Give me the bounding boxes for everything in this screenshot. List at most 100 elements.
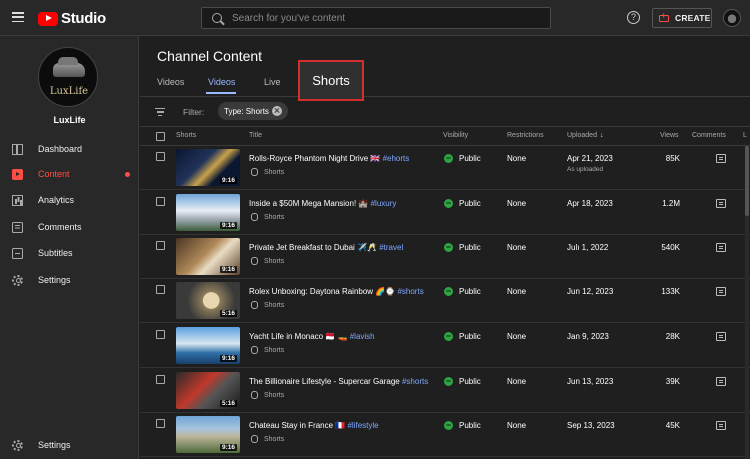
- studio-logo[interactable]: Studio: [38, 10, 106, 27]
- comment-icon[interactable]: [716, 377, 726, 386]
- main-content: Channel Content Videos Videos Live Short…: [140, 36, 750, 459]
- row-checkbox[interactable]: [156, 241, 165, 250]
- video-thumbnail[interactable]: 5:16: [176, 372, 240, 409]
- row-checkbox[interactable]: [156, 419, 165, 428]
- comment-icon[interactable]: [716, 421, 726, 430]
- header-uploaded[interactable]: Uploaded ↓: [567, 132, 603, 139]
- video-thumbnail[interactable]: 9:16: [176, 238, 240, 275]
- tab-shorts[interactable]: Shorts: [298, 60, 364, 101]
- row-checkbox[interactable]: [156, 375, 165, 384]
- sidebar-item-analytics[interactable]: Analytics: [0, 187, 139, 213]
- video-thumbnail[interactable]: 9:16: [176, 194, 240, 231]
- close-icon[interactable]: [272, 106, 282, 116]
- sidebar-item-dashboard[interactable]: Dashboard: [0, 136, 139, 162]
- views-count: 45K: [665, 421, 680, 430]
- hashtag-link[interactable]: #shorts: [402, 377, 428, 386]
- sort-arrow-icon: ↓: [599, 132, 604, 139]
- video-title[interactable]: Private Jet Breakfast to Dubai ✈️🥂 #trav…: [249, 243, 403, 252]
- channel-avatar[interactable]: LuxLife: [38, 47, 98, 107]
- visibility-cell[interactable]: Public: [444, 154, 481, 163]
- scrollbar[interactable]: [745, 146, 749, 459]
- table-row[interactable]: 9:16 Yacht Life in Monaco 🇲🇨 🚤 #lavish S…: [140, 324, 750, 368]
- hashtag-link[interactable]: #luxury: [371, 199, 397, 208]
- row-checkbox[interactable]: [156, 197, 165, 206]
- hashtag-link[interactable]: #ehorts: [383, 154, 410, 163]
- account-avatar[interactable]: [723, 9, 741, 27]
- row-checkbox[interactable]: [156, 152, 165, 161]
- visibility-cell[interactable]: Public: [444, 332, 481, 341]
- hashtag-link[interactable]: #travel: [379, 243, 403, 252]
- sidebar-item-comments[interactable]: Comments: [0, 214, 139, 240]
- sidebar-item-settings-bottom[interactable]: Settings: [0, 432, 139, 458]
- table-row[interactable]: 9:16 Rolls-Royce Phantom Night Drive 🇬🇧 …: [140, 146, 750, 190]
- menu-icon[interactable]: [12, 12, 24, 23]
- select-all-checkbox[interactable]: [156, 132, 165, 141]
- visibility-cell[interactable]: Public: [444, 243, 481, 252]
- sidebar-item-settings[interactable]: Settings: [0, 267, 139, 293]
- filter-icon[interactable]: [155, 108, 165, 116]
- duration-badge: 5:16: [219, 310, 237, 317]
- duration-badge: 9:16: [219, 266, 237, 273]
- visibility-cell[interactable]: Public: [444, 377, 481, 386]
- video-thumbnail[interactable]: 9:16: [176, 327, 240, 364]
- visibility-cell[interactable]: Public: [444, 199, 481, 208]
- restrictions-cell: None: [507, 287, 527, 296]
- header-restrictions: Restrictions: [507, 132, 544, 139]
- video-title[interactable]: Inside a $50M Mega Mansion! 🏰 #luxury: [249, 199, 396, 208]
- video-type: Shorts: [251, 391, 284, 399]
- search-input[interactable]: [232, 8, 542, 28]
- table-row[interactable]: 9:16 Chateau Stay in France 🇫🇷 #lifestyl…: [140, 413, 750, 457]
- sidebar-item-content[interactable]: Content: [0, 161, 139, 187]
- create-button[interactable]: CREATE: [652, 8, 712, 28]
- views-count: 39K: [665, 377, 680, 386]
- visibility-cell[interactable]: Public: [444, 287, 481, 296]
- uploaded-date: Jan 9, 2023: [567, 332, 609, 341]
- video-thumbnail[interactable]: 5:16: [176, 282, 240, 319]
- video-thumbnail[interactable]: 9:16: [176, 149, 240, 186]
- help-icon[interactable]: ?: [627, 11, 640, 24]
- sidebar-item-label: Analytics: [38, 195, 75, 205]
- filter-chip[interactable]: Type: Shorts: [218, 102, 288, 120]
- table-row[interactable]: 5:16 The Billionaire Lifestyle - Superca…: [140, 369, 750, 413]
- views-count: 540K: [661, 243, 680, 252]
- gear-icon: [12, 274, 23, 286]
- comment-icon[interactable]: [716, 243, 726, 252]
- video-type: Shorts: [251, 301, 284, 309]
- globe-icon: [444, 377, 453, 386]
- video-title-text: Chateau Stay in France 🇫🇷: [249, 421, 346, 430]
- hashtag-link[interactable]: #shorts: [397, 287, 423, 296]
- tab-live[interactable]: Live: [264, 77, 281, 87]
- search-bar[interactable]: [201, 7, 551, 29]
- row-checkbox[interactable]: [156, 330, 165, 339]
- shorts-icon: [251, 346, 258, 354]
- table-row[interactable]: 9:16 Private Jet Breakfast to Dubai ✈️🥂 …: [140, 235, 750, 279]
- comment-icon[interactable]: [716, 287, 726, 296]
- scrollbar-thumb[interactable]: [745, 146, 749, 216]
- video-title[interactable]: Chateau Stay in France 🇫🇷 #lifestyle: [249, 421, 379, 430]
- tab-videos[interactable]: Videos: [157, 77, 184, 87]
- visibility-cell[interactable]: Public: [444, 421, 481, 430]
- restrictions-cell: None: [507, 199, 527, 208]
- video-thumbnail[interactable]: 9:16: [176, 416, 240, 453]
- content-icon: [12, 168, 23, 180]
- comment-icon[interactable]: [716, 332, 726, 341]
- hashtag-link[interactable]: #lavish: [350, 332, 375, 341]
- comment-icon[interactable]: [716, 199, 726, 208]
- views-count: 1.2M: [662, 199, 680, 208]
- video-title[interactable]: The Billionaire Lifestyle - Supercar Gar…: [249, 377, 428, 386]
- table-row[interactable]: 9:16 Inside a $50M Mega Mansion! 🏰 #luxu…: [140, 191, 750, 235]
- video-type: Shorts: [251, 168, 284, 176]
- hashtag-link[interactable]: #lifestyle: [347, 421, 378, 430]
- comment-icon[interactable]: [716, 154, 726, 163]
- row-checkbox[interactable]: [156, 285, 165, 294]
- visibility-label: Public: [459, 377, 481, 386]
- sidebar: LuxLife LuxLife Dashboard Content Analyt…: [0, 36, 139, 459]
- video-title[interactable]: Yacht Life in Monaco 🇲🇨 🚤 #lavish: [249, 332, 375, 341]
- table-row[interactable]: 5:16 Rolex Unboxing: Daytona Rainbow 🌈⌚ …: [140, 279, 750, 323]
- video-title[interactable]: Rolex Unboxing: Daytona Rainbow 🌈⌚ #shor…: [249, 287, 424, 296]
- sidebar-item-subtitles[interactable]: Subtitles: [0, 240, 139, 266]
- restrictions-cell: None: [507, 421, 527, 430]
- video-title[interactable]: Rolls-Royce Phantom Night Drive 🇬🇧 #ehor…: [249, 154, 409, 163]
- tab-videos-active[interactable]: Videos: [208, 77, 235, 87]
- video-type: Shorts: [251, 257, 284, 265]
